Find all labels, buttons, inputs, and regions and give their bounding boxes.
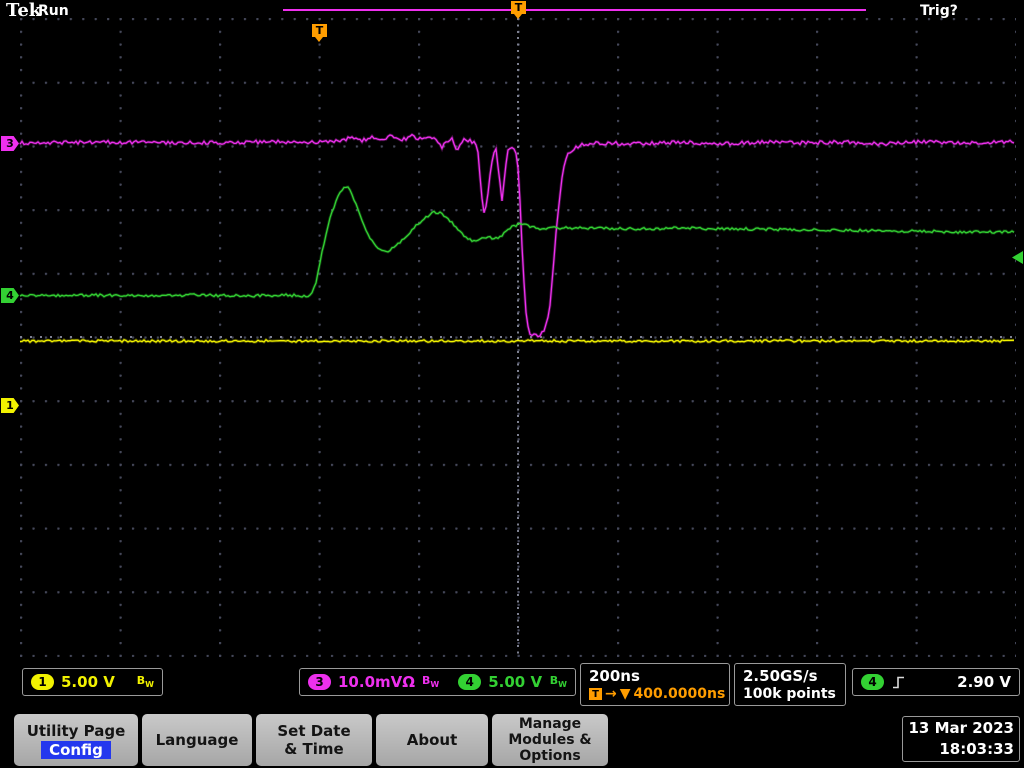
language-label: Language: [156, 731, 239, 749]
delay-arrow-icon: →: [605, 686, 617, 702]
ch3-scale: 10.0mVΩ: [338, 673, 415, 691]
delay-readout: T → ▼ 400.0000ns: [589, 686, 725, 702]
trigger-status: Trig?: [920, 3, 958, 19]
trigger-slope-icon: [891, 675, 906, 690]
center-horizontal-gridline: [20, 336, 1016, 338]
about-label: About: [407, 731, 458, 749]
channel-1-marker[interactable]: 1: [1, 398, 19, 413]
horizontal-readout[interactable]: 200ns T → ▼ 400.0000ns: [580, 663, 730, 706]
manage-modules-button[interactable]: Manage Modules & Options: [492, 714, 608, 766]
datetime-display: 13 Mar 2023 18:03:33: [902, 716, 1020, 762]
set-date-time-button[interactable]: Set Date & Time: [256, 714, 372, 766]
ch4-bandwidth-icon: BW: [550, 674, 567, 689]
sample-rate: 2.50GS/s: [743, 667, 818, 685]
utility-page-value: Config: [41, 741, 111, 759]
time-value: 18:03:33: [908, 739, 1014, 760]
utility-page-label: Utility Page: [27, 722, 126, 740]
record-length: 100k points: [743, 686, 836, 702]
ch1-badge: 1: [31, 674, 54, 690]
ch3-badge: 3: [308, 674, 331, 690]
date-value: 13 Mar 2023: [908, 718, 1014, 739]
about-button[interactable]: About: [376, 714, 488, 766]
channel-4-marker-label: 4: [6, 289, 14, 302]
manage-line1: Manage: [519, 716, 581, 732]
ch4-scale: 5.00 V: [488, 673, 542, 691]
delay-marker-icon: ▼: [620, 686, 631, 702]
delay-position-label: T: [316, 24, 324, 37]
ch1-bandwidth-icon: BW: [137, 674, 154, 689]
channel-1-marker-label: 1: [6, 399, 14, 412]
trigger-level-value: 2.90 V: [957, 673, 1011, 691]
set-date-line1: Set Date: [277, 722, 350, 740]
channel-3-marker[interactable]: 3: [1, 136, 19, 151]
set-date-line2: & Time: [284, 740, 343, 758]
trigger-position-marker[interactable]: T: [511, 1, 526, 14]
delay-t-icon: T: [589, 688, 602, 700]
utility-page-button[interactable]: Utility Page Config: [14, 714, 138, 766]
channel-3-marker-label: 3: [6, 137, 14, 150]
ch1-readout[interactable]: 1 5.00 V BW: [22, 668, 163, 696]
trigger-source-badge: 4: [861, 674, 884, 690]
graticule: [20, 18, 1016, 657]
record-view-bar: [283, 9, 866, 11]
ch3-bandwidth-icon: BW: [422, 674, 439, 689]
language-button[interactable]: Language: [142, 714, 252, 766]
trigger-readout[interactable]: 4 2.90 V: [852, 668, 1020, 696]
ch3-ch4-readout[interactable]: 3 10.0mVΩ BW 4 5.00 V BW: [299, 668, 576, 696]
channel-4-marker[interactable]: 4: [1, 288, 19, 303]
acquisition-readout[interactable]: 2.50GS/s 100k points: [734, 663, 846, 706]
delay-value: 400.0000ns: [634, 686, 726, 702]
acquisition-status: Run: [38, 3, 69, 19]
manage-line3: Options: [519, 748, 580, 764]
ch4-badge: 4: [458, 674, 481, 690]
ch1-scale: 5.00 V: [61, 673, 115, 691]
trigger-position-label: T: [515, 1, 523, 14]
delay-position-marker[interactable]: T: [312, 24, 327, 37]
manage-line2: Modules &: [508, 732, 591, 748]
oscilloscope-screen: Tek Run Trig? T T 3 4 1 1 5.00 V BW 3 10…: [0, 0, 1024, 768]
timebase-value: 200ns: [589, 667, 640, 685]
